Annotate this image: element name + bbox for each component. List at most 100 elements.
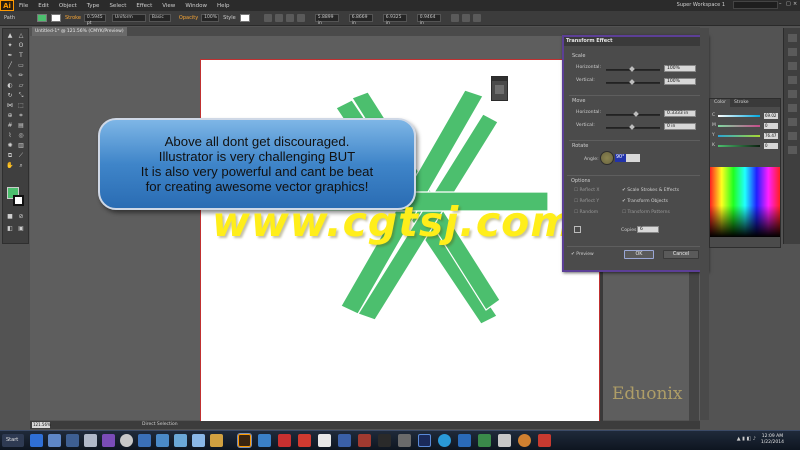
- app-icon[interactable]: [102, 434, 115, 447]
- app-icon[interactable]: [298, 434, 311, 447]
- copies-field[interactable]: 6: [637, 226, 659, 233]
- angle-dial[interactable]: [600, 151, 614, 165]
- photoshop-icon[interactable]: [418, 434, 431, 447]
- app-icon[interactable]: [478, 434, 491, 447]
- appearance-panel-icon[interactable]: [787, 132, 797, 140]
- type-tool-icon[interactable]: T: [17, 52, 25, 59]
- app-icon[interactable]: [84, 434, 97, 447]
- random-checkbox[interactable]: ☐ Random: [574, 210, 598, 215]
- yellow-value[interactable]: 76.47: [764, 133, 778, 139]
- swatches-panel-icon[interactable]: [787, 48, 797, 56]
- reflect-y-checkbox[interactable]: ☐ Reflect Y: [574, 199, 599, 204]
- scale-strokes-checkbox[interactable]: ✔ Scale Strokes & Effects: [622, 188, 679, 193]
- blob-brush-icon[interactable]: ◐: [6, 82, 14, 89]
- black-value[interactable]: 0: [764, 143, 778, 149]
- ok-button[interactable]: OK: [624, 250, 654, 259]
- black-slider[interactable]: [718, 145, 760, 147]
- yellow-slider[interactable]: [718, 135, 760, 137]
- draw-mode-icon[interactable]: ◧: [6, 225, 14, 232]
- brushes-panel-icon[interactable]: [787, 62, 797, 70]
- ie-icon[interactable]: [30, 434, 43, 447]
- app-icon[interactable]: [120, 434, 133, 447]
- zoom-tool-icon[interactable]: ⌕: [17, 162, 25, 169]
- artboard-icon[interactable]: [495, 85, 504, 94]
- tab-stroke[interactable]: Stroke: [730, 99, 753, 107]
- app-icon[interactable]: [156, 434, 169, 447]
- eraser-icon[interactable]: ▱: [17, 82, 25, 89]
- symbol-sprayer-icon[interactable]: ✺: [6, 142, 14, 149]
- hand-tool-icon[interactable]: ✋: [6, 162, 14, 169]
- magenta-value[interactable]: 0: [764, 123, 778, 129]
- app-icon[interactable]: [318, 434, 331, 447]
- start-button[interactable]: Start: [2, 434, 24, 447]
- pencil-icon[interactable]: ✏: [17, 72, 25, 79]
- cyan-value[interactable]: 69.02: [764, 113, 778, 119]
- lasso-icon[interactable]: ʘ: [17, 42, 25, 49]
- screen-mode-icon[interactable]: ▣: [17, 225, 25, 232]
- dialog-title[interactable]: Transform Effect: [564, 37, 706, 46]
- current-tool-status[interactable]: Direct Selection: [142, 422, 178, 427]
- network-icon[interactable]: [66, 434, 79, 447]
- firefox-icon[interactable]: [518, 434, 531, 447]
- app-icon[interactable]: [174, 434, 187, 447]
- acrobat-icon[interactable]: [278, 434, 291, 447]
- transform-objects-checkbox[interactable]: ✔ Transform Objects: [622, 199, 668, 204]
- scale-horizontal-field[interactable]: 100%: [664, 65, 696, 72]
- color-panel-icon[interactable]: [787, 34, 797, 42]
- app-icon[interactable]: [138, 434, 151, 447]
- color-spectrum[interactable]: [710, 167, 780, 237]
- rotate-tool-icon[interactable]: ↻: [6, 92, 14, 99]
- pen-tool-icon[interactable]: ✒: [6, 52, 14, 59]
- width-tool-icon[interactable]: ⋈: [6, 102, 14, 109]
- slice-tool-icon[interactable]: ⟋: [17, 152, 25, 159]
- zoom-field[interactable]: 121.56%: [32, 422, 51, 428]
- mesh-tool-icon[interactable]: #: [6, 122, 14, 129]
- taskbar-clock[interactable]: 12:09 AM 1/22/2014: [761, 434, 784, 446]
- scale-vertical-field[interactable]: 100%: [664, 78, 696, 85]
- explorer-icon[interactable]: [48, 434, 61, 447]
- angle-field[interactable]: 90°: [615, 154, 626, 162]
- transparency-panel-icon[interactable]: [787, 118, 797, 126]
- cyan-slider[interactable]: [718, 115, 760, 117]
- app-icon[interactable]: [210, 434, 223, 447]
- reference-point-icon[interactable]: [574, 226, 581, 233]
- hd-icon[interactable]: [378, 434, 391, 447]
- eyedropper-icon[interactable]: ⌇: [6, 132, 14, 139]
- system-tray-icons[interactable]: ▲ ▮ ◧ ♪: [737, 436, 756, 442]
- app-icon[interactable]: [258, 434, 271, 447]
- artboard-tool-icon[interactable]: ⧉: [6, 152, 14, 159]
- symbols-panel-icon[interactable]: [787, 76, 797, 84]
- app-icon[interactable]: [538, 434, 551, 447]
- gradient-tool-icon[interactable]: ▤: [17, 122, 25, 129]
- blend-tool-icon[interactable]: ◎: [17, 132, 25, 139]
- cancel-button[interactable]: Cancel: [663, 250, 699, 259]
- app-icon[interactable]: [458, 434, 471, 447]
- magenta-slider[interactable]: [718, 125, 760, 127]
- preview-checkbox[interactable]: ✔ Preview: [571, 252, 594, 257]
- line-tool-icon[interactable]: ╱: [6, 62, 14, 69]
- graph-tool-icon[interactable]: ▥: [17, 142, 25, 149]
- layers-panel-icon[interactable]: [787, 146, 797, 154]
- skype-icon[interactable]: [438, 434, 451, 447]
- tab-color[interactable]: Color: [710, 99, 730, 107]
- free-transform-icon[interactable]: ⬚: [17, 102, 25, 109]
- gradient-panel-icon[interactable]: [787, 104, 797, 112]
- magic-wand-icon[interactable]: ✦: [6, 42, 14, 49]
- stroke-panel-icon[interactable]: [787, 90, 797, 98]
- none-color-icon[interactable]: ⊘: [17, 213, 25, 220]
- color-mode-icon[interactable]: ■: [6, 213, 14, 220]
- word-icon[interactable]: [338, 434, 351, 447]
- app-icon[interactable]: [358, 434, 371, 447]
- stroke-color-box[interactable]: [13, 195, 24, 206]
- paintbrush-icon[interactable]: ✎: [6, 72, 14, 79]
- scale-tool-icon[interactable]: ⤡: [17, 92, 25, 99]
- direct-selection-tool-icon[interactable]: △: [17, 32, 25, 39]
- perspective-grid-icon[interactable]: ⌗: [17, 112, 25, 119]
- move-vertical-field[interactable]: 0 in: [664, 123, 696, 130]
- app-icon[interactable]: [192, 434, 205, 447]
- rectangle-tool-icon[interactable]: ▭: [17, 62, 25, 69]
- move-horizontal-field[interactable]: 0.3333 in: [664, 110, 696, 117]
- app-icon[interactable]: [498, 434, 511, 447]
- transform-patterns-checkbox[interactable]: ☐ Transform Patterns: [622, 210, 670, 215]
- app-icon[interactable]: [398, 434, 411, 447]
